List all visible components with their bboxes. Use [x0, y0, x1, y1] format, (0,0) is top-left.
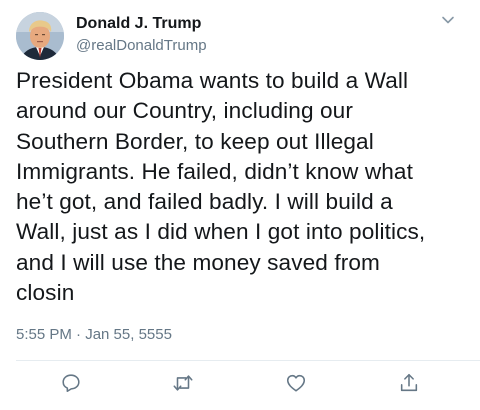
avatar[interactable]: [16, 12, 64, 60]
share-icon[interactable]: [398, 372, 420, 394]
like-icon[interactable]: [285, 372, 307, 394]
chevron-down-icon[interactable]: [440, 12, 456, 28]
author-handle[interactable]: @realDonaldTrump: [76, 37, 207, 54]
author-name[interactable]: Donald J. Trump: [76, 15, 201, 33]
reply-icon[interactable]: [60, 372, 82, 394]
tweet-timestamp[interactable]: 5:55 PM · Jan 55, 5555: [16, 326, 172, 343]
retweet-icon[interactable]: [172, 372, 194, 394]
avatar-image: [16, 12, 64, 60]
divider: [16, 360, 480, 361]
tweet-card: Donald J. Trump @realDonaldTrump Preside…: [0, 0, 480, 410]
tweet-text: President Obama wants to build a Wall ar…: [16, 68, 426, 306]
